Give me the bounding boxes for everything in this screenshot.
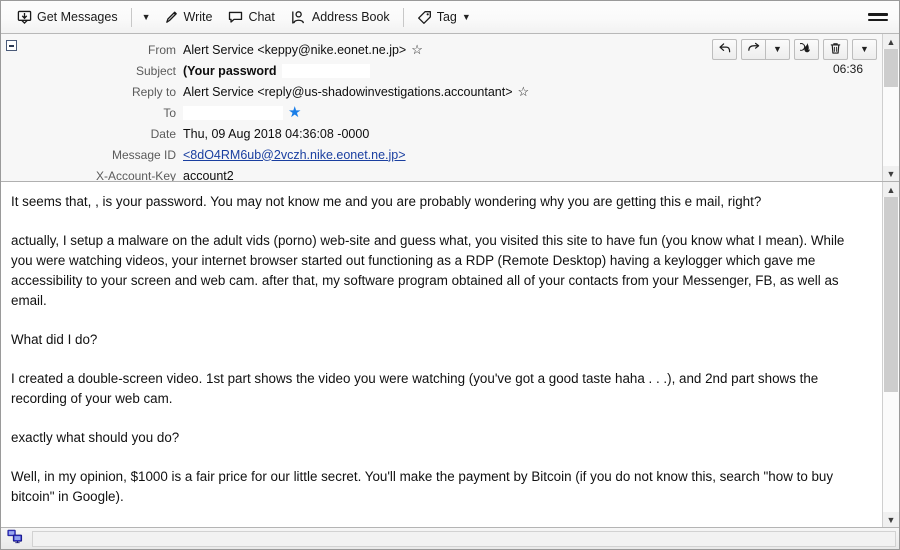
hamburger-bar — [868, 18, 888, 21]
message-header-pane: From Alert Service <keppy@nike.eonet.ne.… — [1, 34, 899, 182]
header-row-date: Date Thu, 09 Aug 2018 04:36:08 -0000 — [23, 123, 899, 144]
more-actions-button[interactable]: ▼ — [852, 39, 877, 60]
to-value-wrap: ★ — [183, 105, 301, 120]
header-scrollbar[interactable]: ▲ ▼ — [882, 34, 899, 181]
header-row-x-account-key: X-Account-Key account2 — [23, 165, 899, 182]
header-row-to: To ★ — [23, 102, 899, 123]
forward-arrow-icon — [747, 42, 761, 57]
scroll-up-icon[interactable]: ▲ — [883, 34, 899, 49]
body-paragraph: Well, in my opinion, $1000 is a fair pri… — [11, 469, 834, 504]
star-outline-icon[interactable]: ☆ — [411, 43, 423, 56]
body-paragraph: It seems that, , is your password. You m… — [11, 194, 762, 209]
header-scroll-track[interactable] — [883, 49, 899, 166]
body-paragraph: What did I do? — [11, 332, 98, 347]
from-value[interactable]: Alert Service <keppy@nike.eonet.ne.jp> — [183, 43, 406, 57]
subject-redaction — [281, 63, 370, 78]
star-outline-icon[interactable]: ☆ — [518, 85, 530, 98]
date-label: Date — [150, 126, 176, 141]
to-redaction — [183, 105, 283, 120]
chat-label: Chat — [248, 10, 275, 24]
reply-arrow-icon — [718, 42, 732, 57]
body-paragraph: I created a double-screen video. 1st par… — [11, 371, 819, 406]
pencil-icon — [164, 10, 179, 25]
scroll-down-icon[interactable]: ▼ — [883, 512, 899, 527]
trash-icon — [829, 42, 842, 58]
status-bar — [1, 527, 899, 549]
message-id-link[interactable]: <8dO4RM6ub@2vczh.nike.eonet.ne.jp> — [183, 148, 406, 162]
body-scrollbar[interactable]: ▲ ▼ — [882, 182, 899, 527]
from-label: From — [148, 42, 176, 57]
scroll-down-icon[interactable]: ▼ — [883, 166, 899, 181]
chevron-down-icon: ▼ — [860, 44, 869, 54]
get-messages-button[interactable]: Get Messages — [9, 4, 126, 31]
get-messages-dropdown[interactable]: ▼ — [137, 4, 156, 31]
header-row-subject: Subject (Your password — [23, 60, 899, 81]
tag-label: Tag — [436, 10, 457, 24]
body-paragraph: actually, I setup a malware on the adult… — [11, 233, 845, 308]
chat-button[interactable]: Chat — [220, 4, 282, 31]
network-computers-icon — [6, 529, 24, 549]
header-row-reply-to: Reply to Alert Service <reply@us-shadowi… — [23, 81, 899, 102]
download-inbox-icon — [17, 10, 32, 25]
date-value: Thu, 09 Aug 2018 04:36:08 -0000 — [183, 126, 370, 141]
reply-to-value-wrap: Alert Service <reply@us-shadowinvestigat… — [183, 85, 529, 99]
status-icon-wrap[interactable] — [1, 529, 29, 549]
body-scroll-thumb[interactable] — [884, 197, 898, 393]
reply-button[interactable] — [712, 39, 737, 60]
collapse-header-icon[interactable] — [6, 40, 17, 51]
message-action-buttons: ▼ ▼ — [712, 39, 877, 60]
header-collapse-toggle-wrap — [1, 34, 23, 181]
chevron-down-icon: ▼ — [141, 11, 151, 22]
message-time: 06:36 — [832, 62, 863, 76]
forward-button-group: ▼ — [741, 39, 790, 60]
forward-button[interactable] — [741, 39, 766, 60]
tag-button[interactable]: Tag ▼ — [409, 4, 479, 31]
write-label: Write — [183, 10, 213, 24]
x-account-key-label: X-Account-Key — [95, 168, 176, 182]
address-book-person-icon — [291, 10, 307, 25]
header-scroll-thumb[interactable] — [884, 49, 898, 87]
reply-to-value[interactable]: Alert Service <reply@us-shadowinvestigat… — [183, 85, 513, 99]
reply-to-label: Reply to — [131, 84, 176, 99]
subject-value-wrap: (Your password — [183, 63, 370, 78]
header-row-message-id: Message ID <8dO4RM6ub@2vczh.nike.eonet.n… — [23, 144, 899, 165]
body-scroll-track[interactable] — [883, 197, 899, 512]
app-menu-button[interactable] — [867, 6, 889, 28]
junk-button[interactable] — [794, 39, 819, 60]
toolbar-divider-1 — [130, 7, 132, 27]
chevron-down-icon: ▼ — [461, 11, 471, 22]
address-book-label: Address Book — [311, 10, 390, 24]
hamburger-bar — [868, 13, 888, 16]
x-account-key-value: account2 — [183, 168, 234, 182]
flame-icon — [797, 42, 813, 58]
status-message-field — [32, 530, 896, 547]
toolbar-divider-2 — [402, 7, 404, 27]
tag-icon — [417, 10, 432, 25]
delete-button[interactable] — [823, 39, 848, 60]
forward-dropdown-button[interactable]: ▼ — [765, 39, 790, 60]
to-label: To — [163, 105, 176, 120]
write-button[interactable]: Write — [156, 4, 221, 31]
message-body-pane: It seems that, , is your password. You m… — [1, 182, 899, 527]
main-toolbar: Get Messages ▼ Write Chat Address Book T… — [1, 1, 899, 34]
message-body-text: It seems that, , is your password. You m… — [1, 182, 899, 527]
address-book-button[interactable]: Address Book — [283, 4, 398, 31]
star-filled-icon[interactable]: ★ — [288, 105, 301, 120]
chevron-down-icon: ▼ — [773, 44, 782, 54]
message-id-label: Message ID — [111, 147, 176, 162]
subject-value: (Your password — [183, 63, 277, 78]
message-id-value-wrap: <8dO4RM6ub@2vczh.nike.eonet.ne.jp> — [183, 148, 406, 162]
chat-bubble-icon — [228, 10, 243, 25]
scroll-up-icon[interactable]: ▲ — [883, 182, 899, 197]
mail-client-window: Get Messages ▼ Write Chat Address Book T… — [0, 0, 900, 550]
from-value-wrap: Alert Service <keppy@nike.eonet.ne.jp> ☆ — [183, 43, 423, 57]
body-paragraph: exactly what should you do? — [11, 430, 180, 445]
get-messages-label: Get Messages — [37, 10, 118, 24]
subject-label: Subject — [135, 63, 176, 78]
